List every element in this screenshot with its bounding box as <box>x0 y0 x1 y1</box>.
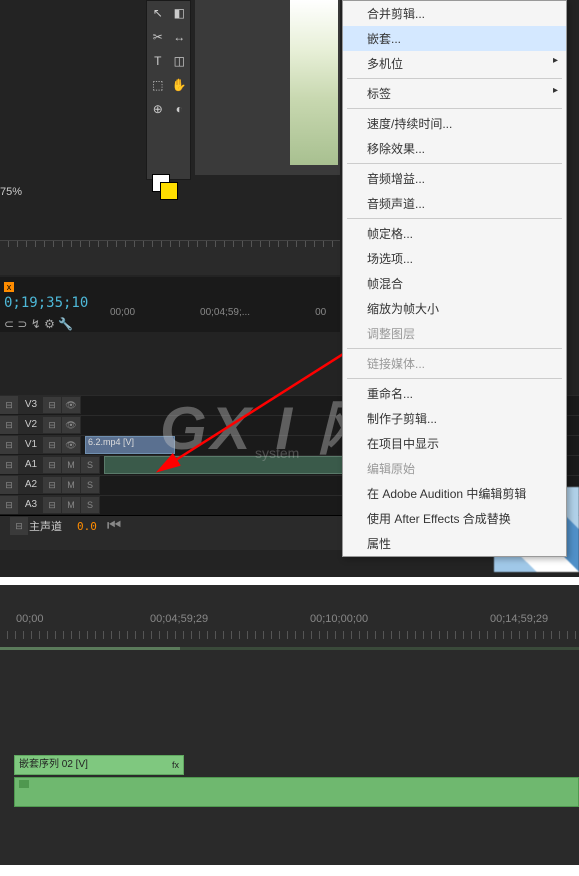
clip-v1[interactable]: 6.2.mp4 [V] <box>85 436 175 454</box>
tool-panel: ↖◧ ✂↔ T◫ ⬚✋ ⊕◐ <box>146 0 191 180</box>
menu-edit-original: 编辑原始 <box>343 456 566 481</box>
tool-i[interactable]: ⊕ <box>149 99 167 119</box>
tool-j[interactable]: ◐ <box>171 99 189 119</box>
bottom-time-ruler[interactable]: 00;00 00;04;59;29 00;10;00;00 00;14;59;2… <box>0 613 579 643</box>
time-mark: 00;00 <box>110 307 135 318</box>
menu-edit-audition[interactable]: 在 Adobe Audition 中编辑剪辑 <box>343 481 566 506</box>
tool-b[interactable]: ◧ <box>171 3 189 23</box>
time-mark: 00;00 <box>16 613 44 625</box>
time-mark: 00 <box>315 307 326 318</box>
tool-g[interactable]: ⬚ <box>149 75 167 95</box>
menu-multicam[interactable]: 多机位 <box>343 51 566 76</box>
time-mark: 00;10;00;00 <box>310 613 368 625</box>
menu-frame-blend[interactable]: 帧混合 <box>343 271 566 296</box>
menu-label[interactable]: 标签 <box>343 81 566 106</box>
time-mark: 00;04;59;... <box>200 307 250 318</box>
menu-field-options[interactable]: 场选项... <box>343 246 566 271</box>
close-marker[interactable]: x <box>4 282 14 292</box>
menu-properties[interactable]: 属性 <box>343 531 566 556</box>
menu-audio-channels[interactable]: 音频声道... <box>343 191 566 216</box>
tool-f[interactable]: ◫ <box>171 51 189 71</box>
context-menu: 合并剪辑... 嵌套... 多机位 标签 速度/持续时间... 移除效果... … <box>342 0 567 557</box>
time-ruler-top: 00;00 00;04;59;... 00 <box>110 307 326 318</box>
menu-nest[interactable]: 嵌套... <box>343 26 566 51</box>
timeline-ruler-preview <box>0 240 340 275</box>
menu-scale-to-frame[interactable]: 缩放为帧大小 <box>343 296 566 321</box>
fx-icon: fx <box>172 756 179 774</box>
menu-merge-clips[interactable]: 合并剪辑... <box>343 1 566 26</box>
tool-d[interactable]: ↔ <box>171 27 189 47</box>
timeline-controls[interactable]: ⊂ ⊃ ↯ ⚙ 🔧 <box>4 317 73 331</box>
current-timecode[interactable]: 0;19;35;10 <box>4 295 88 311</box>
nested-sequence-audio[interactable] <box>14 777 579 807</box>
menu-adjustment-layer: 调整图层 <box>343 321 566 346</box>
nested-sequence-clip[interactable]: 嵌套序列 02 [V] fx <box>14 755 184 775</box>
tool-text[interactable]: T <box>149 51 167 71</box>
tool-arrow[interactable]: ↖ <box>149 3 167 23</box>
menu-link-media: 链接媒体... <box>343 351 566 376</box>
menu-replace-ae[interactable]: 使用 After Effects 合成替换 <box>343 506 566 531</box>
zoom-level: 75% <box>0 186 22 198</box>
menu-audio-gain[interactable]: 音频增益... <box>343 166 566 191</box>
bottom-timeline: 00;00 00;04;59;29 00;10;00;00 00;14;59;2… <box>0 585 579 865</box>
watermark-sub: system <box>255 445 299 461</box>
timecode-panel: x 0;19;35;10 ⊂ ⊃ ↯ ⚙ 🔧 00;00 00;04;59;..… <box>0 277 340 332</box>
menu-remove-effects[interactable]: 移除效果... <box>343 136 566 161</box>
menu-rename[interactable]: 重命名... <box>343 381 566 406</box>
work-area-bar[interactable] <box>0 647 579 650</box>
tool-c[interactable]: ✂ <box>149 27 167 47</box>
time-mark: 00;14;59;29 <box>490 613 548 625</box>
tool-h[interactable]: ✋ <box>171 75 189 95</box>
preview-panel <box>195 0 340 175</box>
menu-reveal-in-project[interactable]: 在项目中显示 <box>343 431 566 456</box>
menu-frame-hold[interactable]: 帧定格... <box>343 221 566 246</box>
menu-make-subclip[interactable]: 制作子剪辑... <box>343 406 566 431</box>
preview-image <box>290 0 338 165</box>
time-mark: 00;04;59;29 <box>150 613 208 625</box>
bottom-screenshot: 00;00 00;04;59;29 00;10;00;00 00;14;59;2… <box>0 585 579 876</box>
menu-speed-duration[interactable]: 速度/持续时间... <box>343 111 566 136</box>
